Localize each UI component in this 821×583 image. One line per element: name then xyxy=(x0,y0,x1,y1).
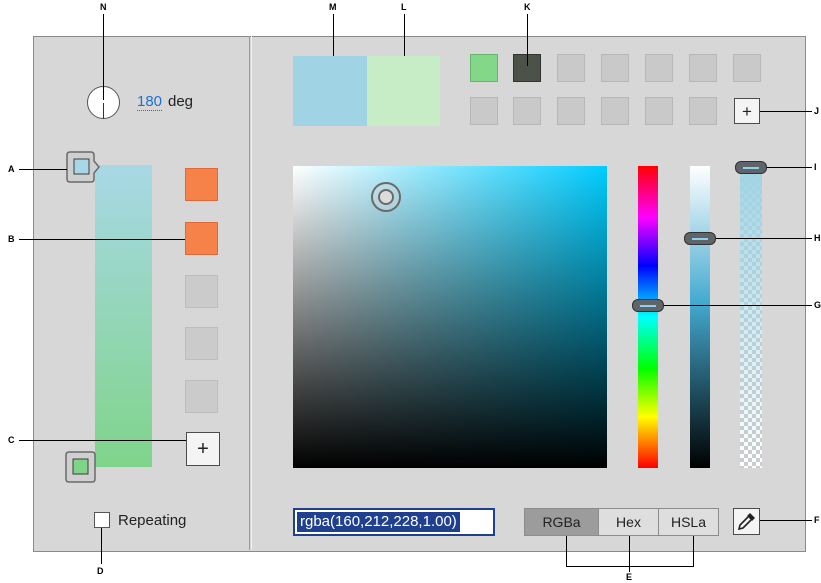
add-swatch-button[interactable]: + xyxy=(734,98,760,124)
saved-swatch-empty[interactable] xyxy=(557,97,585,125)
callout-label-j: J xyxy=(814,106,820,116)
saved-swatch-empty[interactable] xyxy=(689,54,717,82)
callout-label-g: G xyxy=(814,300,821,310)
repeating-label: Repeating xyxy=(118,512,187,529)
plus-icon: + xyxy=(197,438,209,460)
saved-swatch-empty[interactable] xyxy=(645,97,673,125)
callout-line-e-right xyxy=(693,536,694,566)
angle-value-link[interactable]: 180 xyxy=(137,94,163,111)
callout-line-k xyxy=(527,14,528,66)
previous-color-preview[interactable] xyxy=(367,56,440,126)
saved-swatch-empty[interactable] xyxy=(689,97,717,125)
mode-button-rgba[interactable]: RGBa xyxy=(524,508,599,536)
repeating-checkbox[interactable] xyxy=(94,512,110,528)
callout-line-b xyxy=(19,239,185,240)
gradient-swatch-1[interactable] xyxy=(185,168,218,201)
saved-swatch-empty[interactable] xyxy=(601,54,629,82)
saturation-picker-handle[interactable] xyxy=(371,182,401,212)
callout-label-a: A xyxy=(8,164,15,174)
callout-line-c xyxy=(19,440,186,441)
gradient-stop-top[interactable] xyxy=(64,150,100,184)
callout-line-i xyxy=(767,167,812,168)
gradient-swatch-4[interactable] xyxy=(185,327,218,360)
saved-swatch-empty[interactable] xyxy=(645,54,673,82)
callout-line-a xyxy=(19,169,67,170)
callout-label-n: N xyxy=(100,2,107,12)
callout-line-l xyxy=(404,14,405,56)
gradient-swatch-5[interactable] xyxy=(185,380,218,413)
callout-label-l: L xyxy=(401,2,407,12)
callout-label-e: E xyxy=(626,572,633,582)
callout-line-f xyxy=(760,520,812,521)
panel-divider xyxy=(249,36,250,550)
add-gradient-stop-button[interactable]: + xyxy=(186,432,220,466)
color-value-field[interactable]: rgba(160,212,228,1.00) xyxy=(293,508,495,536)
callout-label-m: M xyxy=(329,2,337,12)
callout-line-j xyxy=(760,111,812,112)
hue-slider-handle[interactable] xyxy=(632,299,664,312)
saved-swatch-empty[interactable] xyxy=(733,54,761,82)
callout-line-e-left xyxy=(566,536,567,566)
panel-divider-highlight xyxy=(251,36,252,550)
saved-swatch-green[interactable] xyxy=(470,54,498,82)
angle-unit-label: deg xyxy=(168,93,194,110)
callout-line-h xyxy=(716,238,812,239)
gradient-preview-bar[interactable] xyxy=(95,165,152,467)
mode-button-hex[interactable]: Hex xyxy=(598,508,659,536)
plus-icon: + xyxy=(742,101,752,121)
saved-swatch-empty[interactable] xyxy=(470,97,498,125)
eyedropper-button[interactable] xyxy=(733,508,760,535)
callout-line-g xyxy=(664,305,812,306)
callout-line-n xyxy=(103,14,104,100)
callout-label-i: I xyxy=(814,162,817,172)
gradient-swatch-3[interactable] xyxy=(185,275,218,308)
callout-label-k: K xyxy=(524,2,531,12)
alpha-slider-handle[interactable] xyxy=(735,161,767,174)
mode-button-hsla[interactable]: HSLa xyxy=(658,508,719,536)
current-color-preview xyxy=(293,56,367,126)
color-value-text: rgba(160,212,228,1.00) xyxy=(297,512,460,532)
callout-label-d: D xyxy=(97,566,104,576)
brightness-slider-handle[interactable] xyxy=(684,232,716,245)
alpha-slider[interactable] xyxy=(740,166,762,468)
callout-line-d xyxy=(101,528,102,564)
callout-label-h: H xyxy=(814,233,821,243)
callout-line-e-bar xyxy=(566,566,694,567)
gradient-stop-bottom[interactable] xyxy=(63,450,99,484)
eyedropper-icon xyxy=(737,513,755,531)
saved-swatch-empty[interactable] xyxy=(601,97,629,125)
callout-label-b: B xyxy=(8,234,15,244)
callout-label-c: C xyxy=(8,435,15,445)
callout-line-m xyxy=(333,14,334,56)
saturation-brightness-field[interactable] xyxy=(293,166,607,468)
brightness-slider[interactable] xyxy=(690,166,710,468)
gradient-swatch-2[interactable] xyxy=(185,222,218,255)
saved-swatch-empty[interactable] xyxy=(513,97,541,125)
saved-swatch-empty[interactable] xyxy=(557,54,585,82)
callout-label-f: F xyxy=(814,515,820,525)
hue-slider[interactable] xyxy=(638,166,658,468)
